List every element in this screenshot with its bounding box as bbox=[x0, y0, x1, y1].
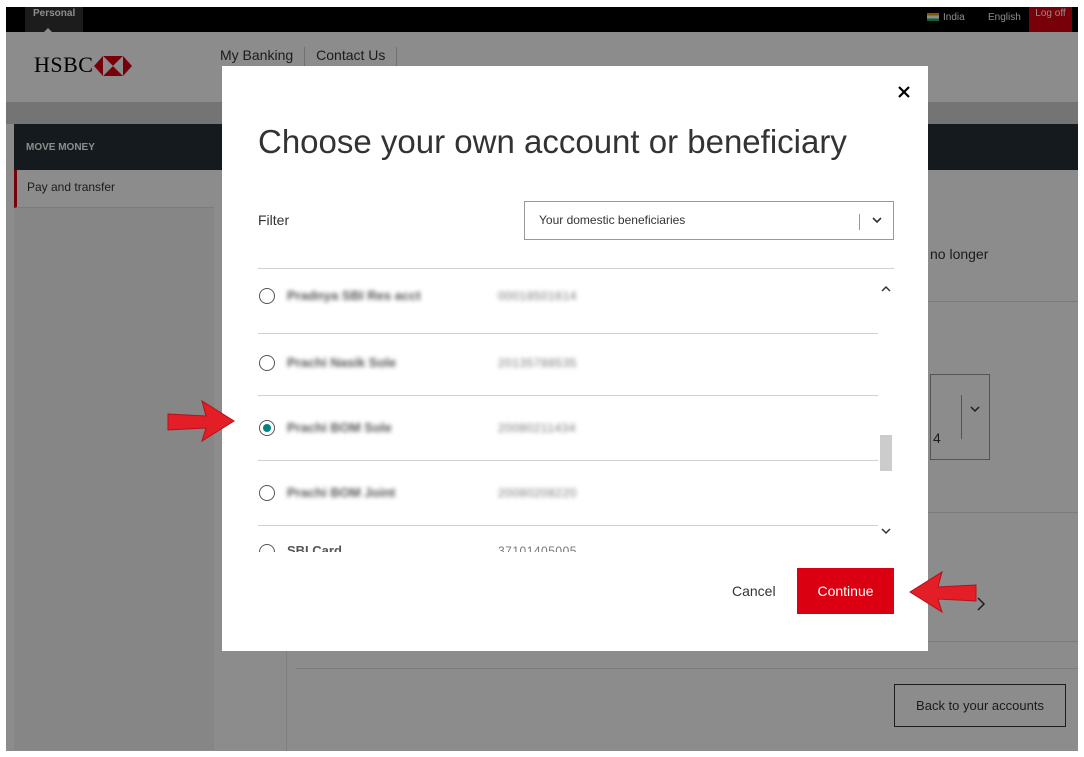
dropdown-separator bbox=[859, 214, 860, 230]
beneficiary-name: SBI Card bbox=[287, 543, 342, 552]
radio-button[interactable] bbox=[259, 544, 275, 552]
list-item-selected[interactable]: Prachi BOM Sole 20080211434 bbox=[258, 396, 878, 461]
chevron-down-icon[interactable] bbox=[880, 525, 892, 537]
filter-label: Filter bbox=[258, 212, 290, 228]
close-icon bbox=[898, 86, 910, 98]
close-button[interactable] bbox=[894, 82, 914, 102]
beneficiary-account-number: 00018501614 bbox=[498, 289, 577, 303]
red-arrow-icon bbox=[167, 399, 235, 443]
chevron-up-icon[interactable] bbox=[880, 283, 892, 295]
beneficiary-account-number: 20135788535 bbox=[498, 356, 577, 370]
beneficiary-name: Prachi BOM Joint bbox=[287, 485, 396, 500]
beneficiary-list[interactable]: Pradnya SBI Res acct 00018501614 Prachi … bbox=[258, 268, 894, 552]
beneficiary-name: Prachi Nasik Sole bbox=[287, 355, 397, 370]
filter-selected-value: Your domestic beneficiaries bbox=[539, 213, 686, 227]
radio-button[interactable] bbox=[259, 355, 275, 371]
beneficiary-name: Pradnya SBI Res acct bbox=[287, 288, 421, 303]
radio-button-selected[interactable] bbox=[259, 420, 275, 436]
list-item[interactable]: Pradnya SBI Res acct 00018501614 bbox=[258, 269, 878, 334]
red-arrow-icon bbox=[909, 570, 977, 614]
beneficiary-account-number: 20080208220 bbox=[498, 486, 577, 500]
filter-dropdown[interactable]: Your domestic beneficiaries bbox=[524, 201, 894, 240]
scrollbar-thumb[interactable] bbox=[880, 435, 892, 471]
continue-button[interactable]: Continue bbox=[797, 568, 894, 614]
radio-button[interactable] bbox=[259, 288, 275, 304]
dialog-title: Choose your own account or beneficiary bbox=[258, 123, 847, 160]
cancel-button[interactable]: Cancel bbox=[718, 569, 790, 613]
list-item[interactable]: SBI Card 37101405005 bbox=[258, 526, 878, 552]
list-item[interactable]: Prachi Nasik Sole 20135788535 bbox=[258, 331, 878, 396]
radio-button[interactable] bbox=[259, 485, 275, 501]
list-scrollbar[interactable] bbox=[878, 269, 894, 552]
list-item[interactable]: Prachi BOM Joint 20080208220 bbox=[258, 461, 878, 526]
chevron-down-icon bbox=[872, 217, 882, 224]
beneficiary-account-number: 20080211434 bbox=[498, 421, 577, 435]
beneficiary-account-number: 37101405005 bbox=[498, 544, 577, 552]
beneficiary-name: Prachi BOM Sole bbox=[287, 420, 392, 435]
beneficiary-dialog: Choose your own account or beneficiary F… bbox=[222, 66, 928, 651]
